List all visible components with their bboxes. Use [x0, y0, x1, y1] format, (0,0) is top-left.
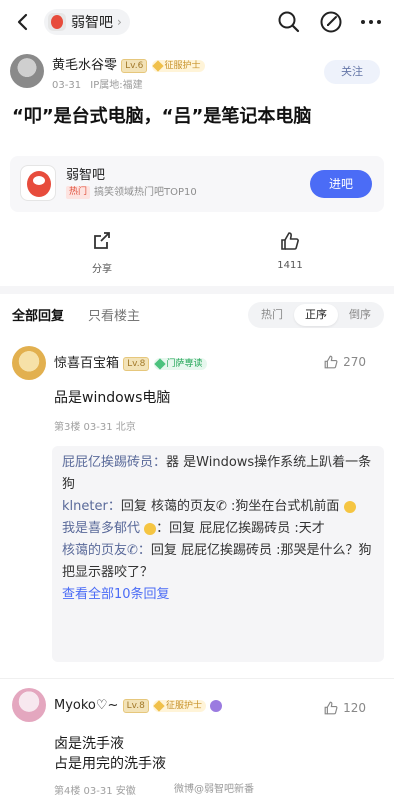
comment-avatar[interactable]	[12, 688, 46, 722]
diamond-icon	[153, 699, 165, 712]
comment-like-button[interactable]: 120	[323, 700, 366, 716]
level-badge: Lv.8	[122, 698, 149, 713]
sub-reply[interactable]: 屁屁亿挨踢砖员：器 是Windows操作系统上趴着一条狗	[62, 452, 374, 496]
forum-card[interactable]: 弱智吧 热门 搞笑领域热门吧TOP10 进吧	[10, 156, 384, 212]
post-actions: 分享 1411	[0, 230, 394, 275]
sort-desc[interactable]: 倒序	[338, 302, 382, 328]
share-icon	[94, 232, 110, 249]
post-date: 03-31	[52, 80, 82, 91]
star-icon	[144, 522, 157, 535]
forum-card-name: 弱智吧	[66, 168, 106, 183]
forum-pill[interactable]: 弱智吧 ›	[44, 9, 130, 35]
comment-text-line: 卤是洗手液	[54, 736, 124, 752]
author-avatar[interactable]	[10, 54, 44, 88]
forum-logo-icon	[20, 165, 56, 201]
top-nav-bar: 弱智吧 ›	[0, 0, 394, 46]
level-badge: Lv.8	[123, 356, 150, 371]
sub-replies-box: 屁屁亿挨踢砖员：器 是Windows操作系统上趴着一条狗 klneter：回复 …	[52, 446, 384, 662]
thumbs-up-icon	[324, 355, 338, 369]
like-button[interactable]: 1411	[260, 230, 320, 271]
section-separator	[0, 286, 394, 294]
forum-avatar-icon	[48, 13, 66, 31]
enter-forum-button[interactable]: 进吧	[310, 170, 372, 198]
sub-reply-text: ：回复 屁屁亿挨踢砖员 :天才	[156, 521, 325, 536]
comment-text: 品是windows电脑	[54, 390, 171, 406]
forum-card-desc: 搞笑领域热门吧TOP10	[94, 187, 197, 198]
title-badge: 征服护士	[151, 59, 205, 72]
comment-like-button[interactable]: 270	[323, 354, 366, 370]
tab-all-replies[interactable]: 全部回复	[12, 305, 64, 324]
comment-meta: 第4楼 03-31 安徽	[54, 786, 136, 797]
post-author-row: 黄毛水谷零 Lv.6 征服护士 03-31 IP属地:福建 关注	[10, 54, 384, 94]
more-icon[interactable]	[358, 9, 384, 35]
comment-author-name[interactable]: Myoko♡~	[54, 698, 118, 713]
share-button[interactable]: 分享	[72, 230, 132, 275]
emoji-icon	[343, 500, 356, 513]
reply-tabs: 全部回复 只看楼主 热门 正序 倒序	[0, 300, 394, 328]
hot-tag: 热门	[66, 186, 91, 199]
comment-like-count: 120	[343, 701, 366, 715]
post-meta: 03-31 IP属地:福建	[52, 76, 143, 91]
sort-toggle: 热门 正序 倒序	[248, 302, 384, 328]
back-icon[interactable]	[12, 11, 34, 33]
comment-author-row: 惊喜百宝箱 Lv.8 门萨専读	[54, 352, 207, 371]
diamond-icon	[151, 59, 164, 72]
chevron-right-icon: ›	[117, 15, 122, 29]
badge-icon	[210, 699, 223, 712]
sub-reply[interactable]: 我是喜多郁代 ：回复 屁屁亿挨踢砖员 :天才	[62, 518, 374, 540]
sub-reply-text: 回复 核蔼的页友✆ :狗坐在台式机前面	[120, 499, 340, 514]
comment-divider	[0, 678, 394, 679]
level-badge: Lv.6	[121, 58, 148, 73]
sub-reply-author[interactable]: 我是喜多郁代	[62, 521, 140, 536]
sort-asc[interactable]: 正序	[294, 304, 338, 326]
sub-reply-author[interactable]: klneter：	[62, 499, 121, 514]
thumbs-up-icon	[324, 701, 338, 715]
comment-like-count: 270	[343, 355, 366, 369]
sub-reply-author[interactable]: 核蔼的页友✆：	[62, 543, 151, 558]
comment-author-row: Myoko♡~ Lv.8 征服护士	[54, 698, 223, 713]
title-badge: 门萨専读	[153, 357, 207, 370]
sub-reply[interactable]: klneter：回复 核蔼的页友✆ :狗坐在台式机前面	[62, 496, 374, 518]
sort-hot[interactable]: 热门	[250, 302, 294, 328]
search-icon[interactable]	[276, 9, 302, 35]
post-title: “叩”是台式电脑，“吕”是笔记本电脑	[12, 106, 312, 127]
comment-meta: 第3楼 03-31 北京	[54, 422, 136, 433]
forum-pill-name: 弱智吧	[71, 15, 113, 31]
title-badge: 征服护士	[152, 699, 206, 712]
sub-reply[interactable]: 核蔼的页友✆：回复 屁屁亿挨踢砖员 :那哭是什么？狗把显示器咬了？	[62, 540, 374, 584]
comment-text: 卤是洗手液 占是用完的洗手液	[54, 734, 166, 774]
comment-text-line: 占是用完的洗手液	[54, 756, 166, 772]
comment-avatar[interactable]	[12, 346, 46, 380]
view-all-replies-link[interactable]: 查看全部10条回复	[62, 587, 170, 602]
tab-op-only[interactable]: 只看楼主	[88, 305, 140, 324]
thumbs-up-icon	[281, 232, 299, 250]
sub-reply-author[interactable]: 屁屁亿挨踢砖员：	[62, 455, 166, 470]
post-ip: IP属地:福建	[90, 80, 143, 91]
edit-icon[interactable]	[318, 9, 344, 35]
watermark: 微博@弱智吧新番	[174, 784, 254, 795]
diamond-icon	[153, 357, 166, 370]
author-name[interactable]: 黄毛水谷零	[52, 58, 117, 73]
comment-author-name[interactable]: 惊喜百宝箱	[54, 356, 119, 371]
share-label: 分享	[92, 264, 112, 275]
author-name-row: 黄毛水谷零 Lv.6 征服护士	[52, 54, 205, 73]
like-count: 1411	[277, 260, 303, 271]
follow-button[interactable]: 关注	[324, 60, 380, 84]
